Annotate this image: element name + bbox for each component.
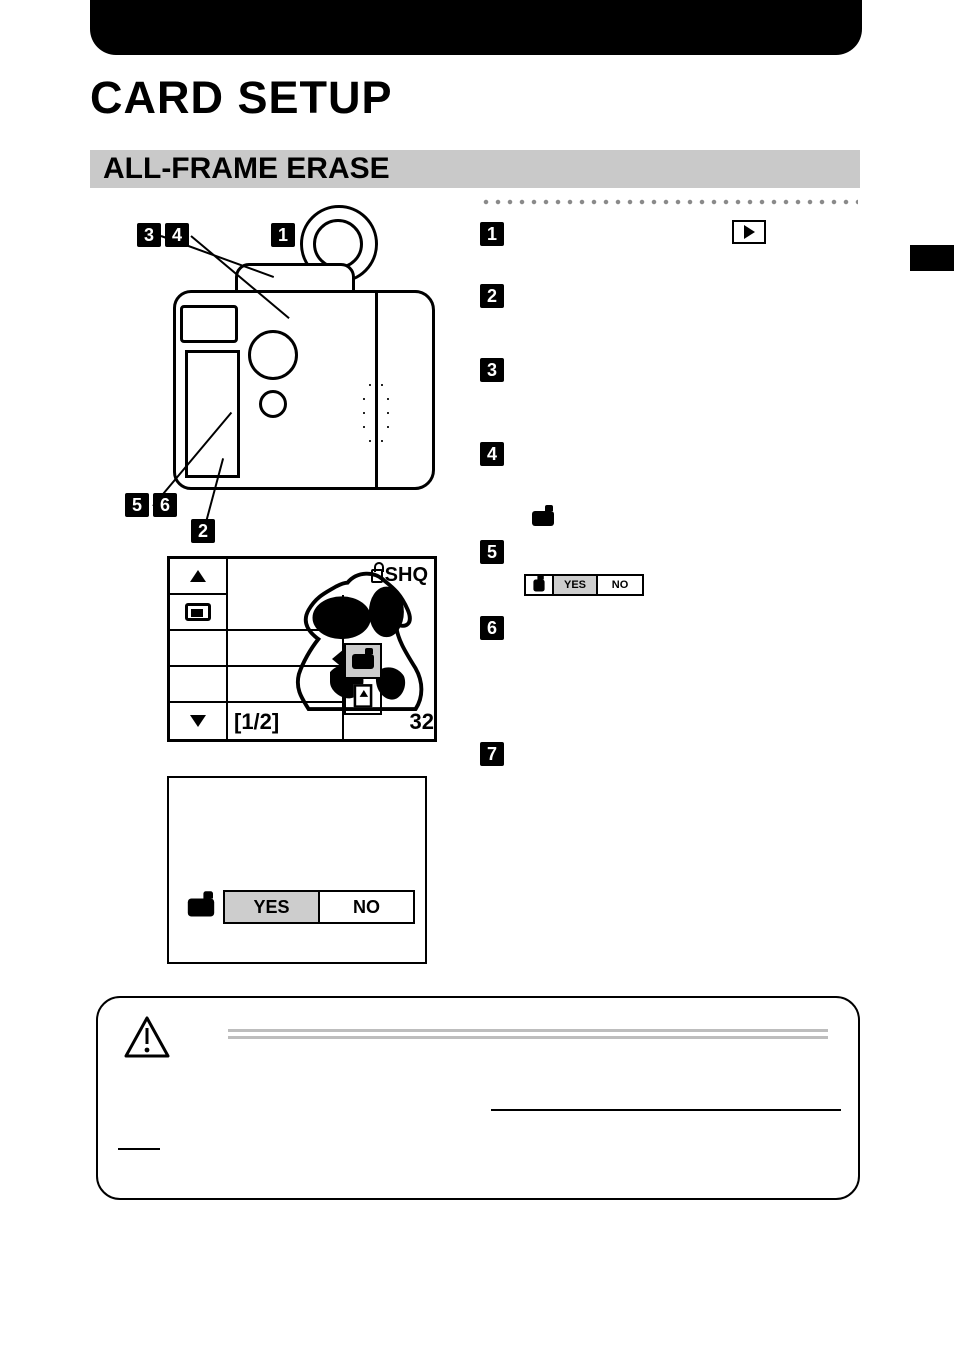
section-title: ALL-FRAME ERASE (103, 150, 390, 188)
callout-4: 4 (165, 223, 189, 247)
lcd-menu-camera-icon-cell (344, 643, 382, 679)
confirm-bar-reference: YES NO (524, 574, 860, 596)
note-box (96, 996, 860, 1200)
lcd-left-cell (170, 703, 226, 739)
playback-icon (185, 603, 211, 621)
step-item: 2 (480, 282, 860, 308)
erase-icon (352, 654, 374, 669)
step-number: 5 (480, 540, 504, 564)
step-number: 4 (480, 442, 504, 466)
lcd-mid-cell (228, 595, 342, 631)
selection-indicator-icon (332, 649, 344, 669)
callout-6: 6 (153, 493, 177, 517)
step-item: 1 (480, 220, 860, 246)
callout-5: 5 (125, 493, 149, 517)
confirm-yes-option: YES (225, 892, 320, 922)
step-item: 3 (480, 356, 860, 382)
lcd-mid-cell (228, 631, 342, 667)
erase-icon (532, 511, 554, 526)
callout-2: 2 (191, 519, 215, 543)
playback-mode-icon (732, 220, 766, 244)
lcd-frame-count: 32 (410, 709, 434, 735)
dotted-divider (480, 197, 858, 207)
confirm-no-option: NO (320, 892, 413, 922)
lcd-left-cell (170, 667, 226, 703)
side-index-tab (910, 245, 954, 271)
chapter-tab (90, 0, 862, 55)
page-title: CARD SETUP (90, 72, 393, 124)
card-setup-icon (354, 684, 373, 708)
camera-ok-button-icon (259, 390, 287, 418)
step-number: 2 (480, 284, 504, 308)
lcd-left-cell (170, 595, 226, 631)
confirm-bar-no: NO (598, 576, 642, 594)
mode-dial-inner-icon (313, 219, 363, 269)
camera-viewfinder-icon (180, 305, 238, 343)
step-number: 6 (480, 616, 504, 640)
lcd-mid-cell (228, 667, 342, 703)
step-item: 4 (480, 440, 860, 466)
erase-icon (533, 579, 544, 591)
confirm-bar-icon (526, 576, 554, 594)
step-item: 7 (480, 740, 860, 766)
lcd-quality-text: SHQ (385, 564, 428, 587)
callout-3: 3 (137, 223, 161, 247)
erase-icon (188, 898, 214, 916)
step-item: 5 (480, 538, 860, 564)
camera-dpad-icon (248, 330, 298, 380)
callout-1: 1 (271, 223, 295, 247)
lcd-confirm-illustration: YES NO (167, 776, 427, 964)
camera-grip-dots-icon: ············· (357, 377, 401, 457)
confirm-erase-icon-cell (179, 890, 223, 924)
note-heading-rule (228, 1029, 828, 1039)
lcd-menu-illustration: SHQ [1/2] 32 (167, 556, 437, 742)
lcd-left-cell (170, 631, 226, 667)
step-item: 6 (480, 614, 860, 640)
erase-icon-reference (532, 510, 860, 528)
step-number: 1 (480, 222, 504, 246)
warning-icon (124, 1016, 170, 1058)
note-underline (118, 1148, 160, 1150)
lcd-page-indicator: [1/2] (234, 709, 279, 735)
camera-illustration: ············· 3 4 1 5 6 2 (95, 195, 430, 535)
lcd-left-cell (170, 559, 226, 595)
lock-icon (371, 569, 383, 583)
step-number: 7 (480, 742, 504, 766)
steps-list: 1 2 3 4 5 YES NO (480, 220, 860, 802)
note-underline (491, 1109, 841, 1111)
step-number: 3 (480, 358, 504, 382)
lcd-quality-indicator: SHQ (371, 564, 428, 587)
confirm-bar-yes: YES (554, 576, 598, 594)
